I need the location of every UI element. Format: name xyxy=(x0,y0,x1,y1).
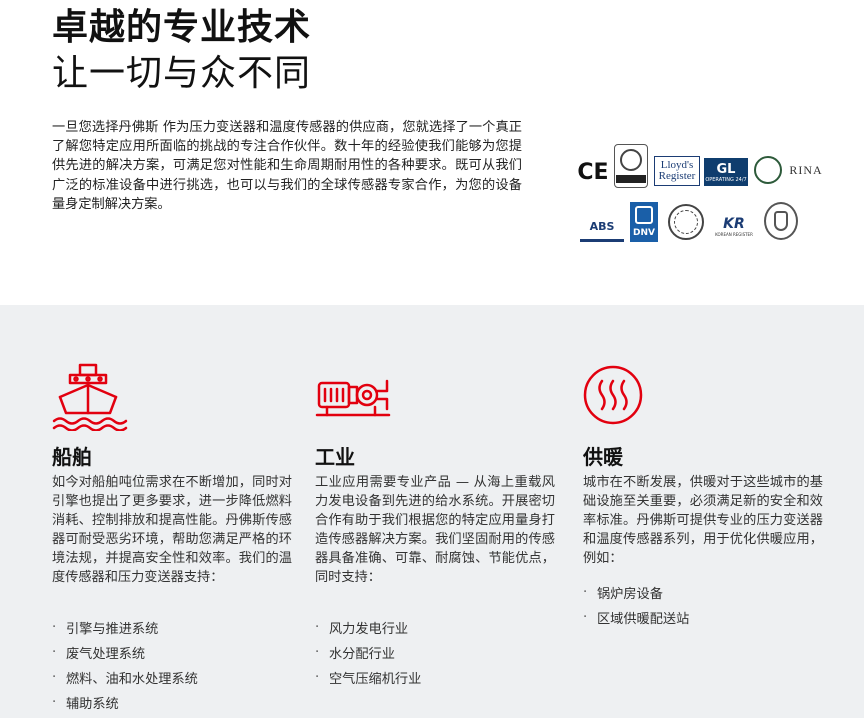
hero-section: 卓越的专业技术 让一切与众不同 一旦您选择丹佛斯 作为压力变送器和温度传感器的供… xyxy=(0,0,864,305)
abs-logo: ABS xyxy=(580,214,624,242)
section-title: 船舶 xyxy=(52,445,92,469)
headline-light: 让一切与众不同 xyxy=(52,53,312,94)
list-item: · 锅炉房设备 xyxy=(583,585,663,602)
rina-seal-logo xyxy=(754,156,782,184)
industrial-motor-icon xyxy=(315,379,391,417)
section-title: 工业 xyxy=(315,445,355,469)
list-item: · 废气处理系统 xyxy=(52,645,146,662)
section-title: 供暖 xyxy=(583,445,623,469)
kr-subtext: KOREAN REGISTER xyxy=(715,231,753,237)
gl-logo: GL OPERATING 24/7 xyxy=(704,158,748,186)
section-text: 如今对船舶吨位需求在不断增加，同时对引擎也提出了更多要求，进一步降低燃料消耗、控… xyxy=(52,475,292,585)
bullet-list: · 风力发电行业 · 水分配行业 · 空气压缩机行业 xyxy=(315,615,421,690)
lloyds-register-logo: Lloyd's Register xyxy=(654,156,700,186)
list-item: · 风力发电行业 xyxy=(315,620,409,637)
naval-seal-logo xyxy=(764,202,798,240)
headline-bold: 卓越的专业技术 xyxy=(52,7,312,48)
bullet-list: · 锅炉房设备 · 区域供暖配送站 xyxy=(583,580,689,630)
korean-register-logo: KR KOREAN REGISTER xyxy=(712,212,756,240)
gl-text: GL xyxy=(716,161,736,177)
section-text: 工业应用需要专业产品 — 从海上重载风力发电设备到先进的给水系统。开展密切合作有… xyxy=(315,475,555,585)
gl-subtext: OPERATING 24/7 xyxy=(705,176,747,183)
ce-mark-logo: CE xyxy=(577,159,609,185)
list-item: · 水分配行业 xyxy=(315,645,395,662)
list-item: · 辅助系统 xyxy=(52,695,119,712)
lloyds-line2: Register xyxy=(658,170,696,182)
dnv-text: DNV xyxy=(633,228,655,238)
kr-text: KR xyxy=(723,215,745,232)
list-item: · 空气压缩机行业 xyxy=(315,670,422,687)
heating-icon xyxy=(583,365,643,425)
certification-logos: CE Lloyd's Register GL OPERATING 24/7 RI… xyxy=(577,144,828,249)
ship-icon xyxy=(52,363,128,431)
applications-panel: 船舶 如今对船舶吨位需求在不断增加，同时对引擎也提出了更多要求，进一步降低燃料消… xyxy=(0,305,864,718)
list-item: · 引擎与推进系统 xyxy=(52,620,159,637)
bureau-veritas-logo xyxy=(614,144,648,188)
list-item: · 燃料、油和水处理系统 xyxy=(52,670,198,687)
section-text: 城市在不断发展，供暖对于这些城市的基础设施至关重要，必须满足新的安全和效率标准。… xyxy=(583,475,823,566)
list-item: · 区域供暖配送站 xyxy=(583,610,690,627)
classification-seal-logo xyxy=(668,204,704,240)
intro-paragraph: 一旦您选择丹佛斯 作为压力变送器和温度传感器的供应商，您就选择了一个真正了解您特… xyxy=(52,120,522,212)
bullet-list: · 引擎与推进系统 · 废气处理系统 · 燃料、油和水处理系统 · 辅助系统 xyxy=(52,615,198,715)
dnv-logo: DNV xyxy=(630,202,658,242)
rina-logo-text: RINA xyxy=(789,162,823,177)
